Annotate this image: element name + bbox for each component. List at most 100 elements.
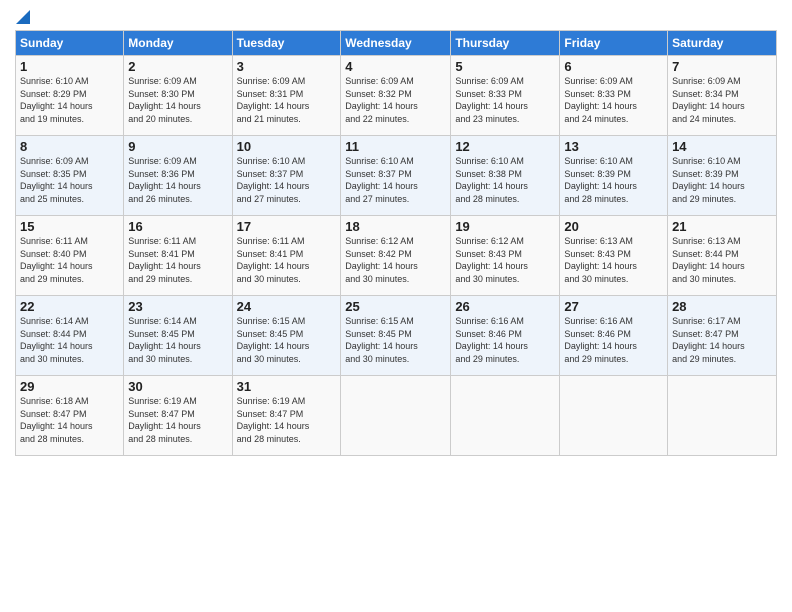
calendar-cell bbox=[341, 376, 451, 456]
day-info: Sunrise: 6:19 AM Sunset: 8:47 PM Dayligh… bbox=[128, 395, 227, 445]
calendar-cell: 22Sunrise: 6:14 AM Sunset: 8:44 PM Dayli… bbox=[16, 296, 124, 376]
day-number: 14 bbox=[672, 139, 772, 154]
calendar-cell: 14Sunrise: 6:10 AM Sunset: 8:39 PM Dayli… bbox=[668, 136, 777, 216]
calendar-week-row: 1Sunrise: 6:10 AM Sunset: 8:29 PM Daylig… bbox=[16, 56, 777, 136]
calendar-cell: 7Sunrise: 6:09 AM Sunset: 8:34 PM Daylig… bbox=[668, 56, 777, 136]
page: Sunday Monday Tuesday Wednesday Thursday… bbox=[0, 0, 792, 612]
day-info: Sunrise: 6:18 AM Sunset: 8:47 PM Dayligh… bbox=[20, 395, 119, 445]
calendar-cell: 24Sunrise: 6:15 AM Sunset: 8:45 PM Dayli… bbox=[232, 296, 341, 376]
day-info: Sunrise: 6:10 AM Sunset: 8:38 PM Dayligh… bbox=[455, 155, 555, 205]
calendar-cell bbox=[451, 376, 560, 456]
header-tuesday: Tuesday bbox=[232, 31, 341, 56]
day-number: 7 bbox=[672, 59, 772, 74]
calendar-cell: 18Sunrise: 6:12 AM Sunset: 8:42 PM Dayli… bbox=[341, 216, 451, 296]
day-number: 29 bbox=[20, 379, 119, 394]
day-number: 12 bbox=[455, 139, 555, 154]
day-info: Sunrise: 6:17 AM Sunset: 8:47 PM Dayligh… bbox=[672, 315, 772, 365]
calendar-cell: 28Sunrise: 6:17 AM Sunset: 8:47 PM Dayli… bbox=[668, 296, 777, 376]
day-info: Sunrise: 6:09 AM Sunset: 8:35 PM Dayligh… bbox=[20, 155, 119, 205]
calendar-header-row: Sunday Monday Tuesday Wednesday Thursday… bbox=[16, 31, 777, 56]
calendar-cell: 26Sunrise: 6:16 AM Sunset: 8:46 PM Dayli… bbox=[451, 296, 560, 376]
day-number: 23 bbox=[128, 299, 227, 314]
day-number: 22 bbox=[20, 299, 119, 314]
day-info: Sunrise: 6:10 AM Sunset: 8:37 PM Dayligh… bbox=[345, 155, 446, 205]
day-info: Sunrise: 6:11 AM Sunset: 8:41 PM Dayligh… bbox=[237, 235, 337, 285]
day-number: 9 bbox=[128, 139, 227, 154]
day-info: Sunrise: 6:11 AM Sunset: 8:41 PM Dayligh… bbox=[128, 235, 227, 285]
calendar-cell: 31Sunrise: 6:19 AM Sunset: 8:47 PM Dayli… bbox=[232, 376, 341, 456]
calendar-cell: 16Sunrise: 6:11 AM Sunset: 8:41 PM Dayli… bbox=[124, 216, 232, 296]
calendar-week-row: 29Sunrise: 6:18 AM Sunset: 8:47 PM Dayli… bbox=[16, 376, 777, 456]
day-info: Sunrise: 6:14 AM Sunset: 8:44 PM Dayligh… bbox=[20, 315, 119, 365]
day-number: 16 bbox=[128, 219, 227, 234]
day-number: 10 bbox=[237, 139, 337, 154]
day-info: Sunrise: 6:09 AM Sunset: 8:34 PM Dayligh… bbox=[672, 75, 772, 125]
day-info: Sunrise: 6:14 AM Sunset: 8:45 PM Dayligh… bbox=[128, 315, 227, 365]
header-sunday: Sunday bbox=[16, 31, 124, 56]
calendar-cell: 12Sunrise: 6:10 AM Sunset: 8:38 PM Dayli… bbox=[451, 136, 560, 216]
day-info: Sunrise: 6:16 AM Sunset: 8:46 PM Dayligh… bbox=[564, 315, 663, 365]
calendar-table: Sunday Monday Tuesday Wednesday Thursday… bbox=[15, 30, 777, 456]
day-number: 17 bbox=[237, 219, 337, 234]
calendar-cell: 6Sunrise: 6:09 AM Sunset: 8:33 PM Daylig… bbox=[560, 56, 668, 136]
day-number: 21 bbox=[672, 219, 772, 234]
day-info: Sunrise: 6:10 AM Sunset: 8:29 PM Dayligh… bbox=[20, 75, 119, 125]
day-info: Sunrise: 6:12 AM Sunset: 8:43 PM Dayligh… bbox=[455, 235, 555, 285]
day-info: Sunrise: 6:16 AM Sunset: 8:46 PM Dayligh… bbox=[455, 315, 555, 365]
calendar-cell: 17Sunrise: 6:11 AM Sunset: 8:41 PM Dayli… bbox=[232, 216, 341, 296]
calendar-cell: 15Sunrise: 6:11 AM Sunset: 8:40 PM Dayli… bbox=[16, 216, 124, 296]
calendar-cell: 25Sunrise: 6:15 AM Sunset: 8:45 PM Dayli… bbox=[341, 296, 451, 376]
day-info: Sunrise: 6:13 AM Sunset: 8:43 PM Dayligh… bbox=[564, 235, 663, 285]
day-number: 15 bbox=[20, 219, 119, 234]
calendar-cell: 2Sunrise: 6:09 AM Sunset: 8:30 PM Daylig… bbox=[124, 56, 232, 136]
calendar-cell: 21Sunrise: 6:13 AM Sunset: 8:44 PM Dayli… bbox=[668, 216, 777, 296]
calendar-cell: 27Sunrise: 6:16 AM Sunset: 8:46 PM Dayli… bbox=[560, 296, 668, 376]
day-number: 2 bbox=[128, 59, 227, 74]
day-info: Sunrise: 6:12 AM Sunset: 8:42 PM Dayligh… bbox=[345, 235, 446, 285]
day-number: 28 bbox=[672, 299, 772, 314]
day-number: 25 bbox=[345, 299, 446, 314]
day-info: Sunrise: 6:10 AM Sunset: 8:39 PM Dayligh… bbox=[564, 155, 663, 205]
day-number: 26 bbox=[455, 299, 555, 314]
calendar-cell: 9Sunrise: 6:09 AM Sunset: 8:36 PM Daylig… bbox=[124, 136, 232, 216]
day-info: Sunrise: 6:11 AM Sunset: 8:40 PM Dayligh… bbox=[20, 235, 119, 285]
day-number: 18 bbox=[345, 219, 446, 234]
day-info: Sunrise: 6:15 AM Sunset: 8:45 PM Dayligh… bbox=[237, 315, 337, 365]
day-number: 6 bbox=[564, 59, 663, 74]
calendar-cell: 1Sunrise: 6:10 AM Sunset: 8:29 PM Daylig… bbox=[16, 56, 124, 136]
calendar-cell: 3Sunrise: 6:09 AM Sunset: 8:31 PM Daylig… bbox=[232, 56, 341, 136]
logo-arrow-icon bbox=[16, 10, 30, 24]
calendar-cell: 29Sunrise: 6:18 AM Sunset: 8:47 PM Dayli… bbox=[16, 376, 124, 456]
calendar-cell bbox=[668, 376, 777, 456]
header-friday: Friday bbox=[560, 31, 668, 56]
calendar-cell: 8Sunrise: 6:09 AM Sunset: 8:35 PM Daylig… bbox=[16, 136, 124, 216]
calendar-cell bbox=[560, 376, 668, 456]
day-info: Sunrise: 6:09 AM Sunset: 8:31 PM Dayligh… bbox=[237, 75, 337, 125]
header-monday: Monday bbox=[124, 31, 232, 56]
calendar-cell: 23Sunrise: 6:14 AM Sunset: 8:45 PM Dayli… bbox=[124, 296, 232, 376]
day-info: Sunrise: 6:15 AM Sunset: 8:45 PM Dayligh… bbox=[345, 315, 446, 365]
day-info: Sunrise: 6:09 AM Sunset: 8:32 PM Dayligh… bbox=[345, 75, 446, 125]
day-number: 19 bbox=[455, 219, 555, 234]
day-info: Sunrise: 6:10 AM Sunset: 8:37 PM Dayligh… bbox=[237, 155, 337, 205]
day-number: 8 bbox=[20, 139, 119, 154]
calendar-cell: 30Sunrise: 6:19 AM Sunset: 8:47 PM Dayli… bbox=[124, 376, 232, 456]
calendar-week-row: 8Sunrise: 6:09 AM Sunset: 8:35 PM Daylig… bbox=[16, 136, 777, 216]
day-number: 31 bbox=[237, 379, 337, 394]
day-info: Sunrise: 6:09 AM Sunset: 8:33 PM Dayligh… bbox=[564, 75, 663, 125]
day-number: 27 bbox=[564, 299, 663, 314]
day-number: 20 bbox=[564, 219, 663, 234]
day-number: 3 bbox=[237, 59, 337, 74]
day-number: 11 bbox=[345, 139, 446, 154]
calendar-cell: 11Sunrise: 6:10 AM Sunset: 8:37 PM Dayli… bbox=[341, 136, 451, 216]
day-info: Sunrise: 6:09 AM Sunset: 8:33 PM Dayligh… bbox=[455, 75, 555, 125]
header-wednesday: Wednesday bbox=[341, 31, 451, 56]
header bbox=[15, 10, 777, 24]
day-number: 4 bbox=[345, 59, 446, 74]
day-number: 13 bbox=[564, 139, 663, 154]
calendar-cell: 20Sunrise: 6:13 AM Sunset: 8:43 PM Dayli… bbox=[560, 216, 668, 296]
calendar-week-row: 22Sunrise: 6:14 AM Sunset: 8:44 PM Dayli… bbox=[16, 296, 777, 376]
calendar-cell: 4Sunrise: 6:09 AM Sunset: 8:32 PM Daylig… bbox=[341, 56, 451, 136]
day-info: Sunrise: 6:13 AM Sunset: 8:44 PM Dayligh… bbox=[672, 235, 772, 285]
day-info: Sunrise: 6:10 AM Sunset: 8:39 PM Dayligh… bbox=[672, 155, 772, 205]
